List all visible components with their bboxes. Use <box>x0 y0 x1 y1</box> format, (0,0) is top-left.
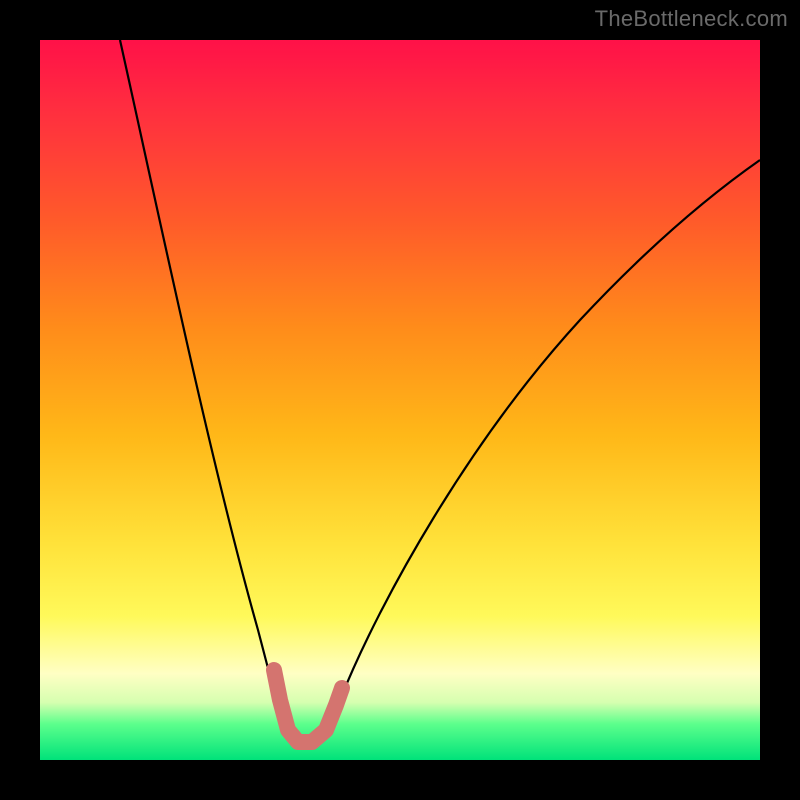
plot-area <box>40 40 760 760</box>
watermark-text: TheBottleneck.com <box>595 6 788 32</box>
curve-layer <box>40 40 760 760</box>
curve-right-branch <box>278 160 760 742</box>
chart-frame: TheBottleneck.com <box>0 0 800 800</box>
optimal-range-marker <box>274 670 342 742</box>
curve-left-branch <box>120 40 278 705</box>
